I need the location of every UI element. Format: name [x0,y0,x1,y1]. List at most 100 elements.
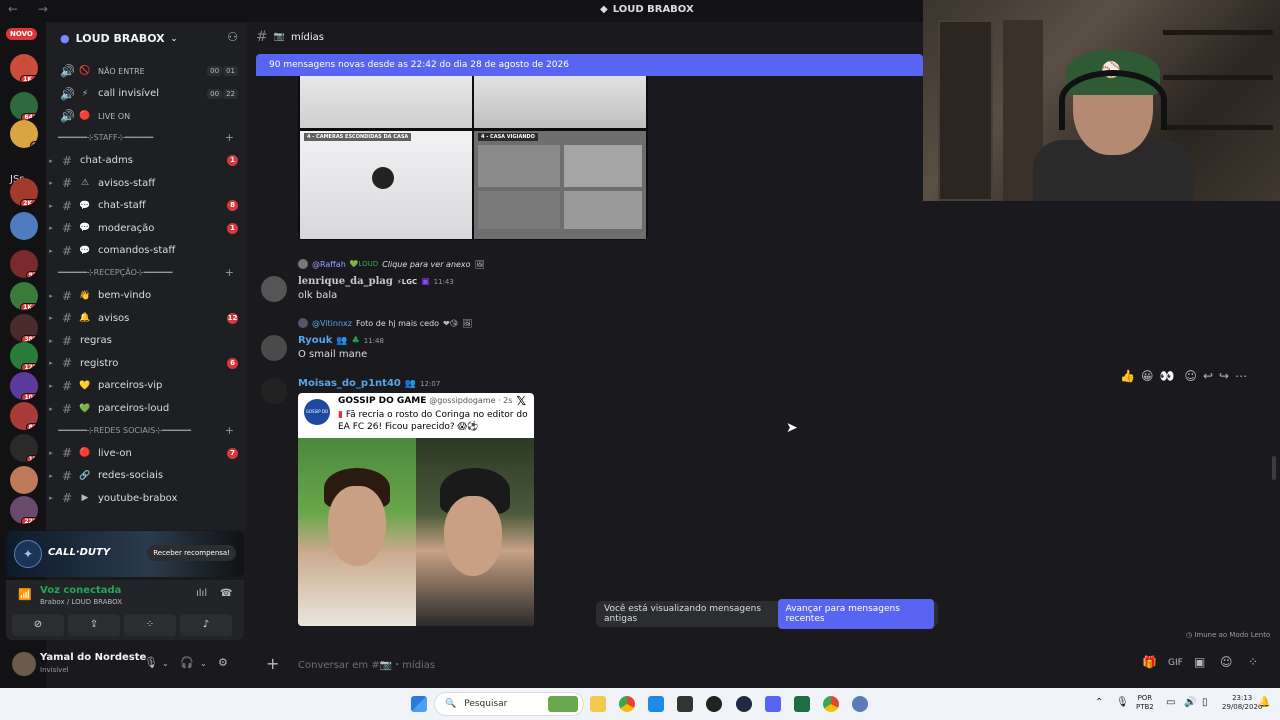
server-icon[interactable]: 389 [10,314,38,342]
add-channel-icon[interactable]: + [225,266,234,279]
author-name[interactable]: Ryouk [298,335,332,346]
screen-share-button[interactable]: ⇪ [68,614,120,636]
obs-icon[interactable] [706,696,722,712]
app-icon[interactable] [677,696,693,712]
add-reaction-icon[interactable]: ☺ [1184,369,1197,383]
text-channel[interactable]: ▸ # 💛 parceiros-vip [46,376,246,396]
headphones-icon[interactable]: 🎧 [180,656,194,669]
battery-icon[interactable]: ▯ [1202,698,1208,708]
text-channel[interactable]: ▸ # registro 6 [46,353,246,373]
app-icon[interactable] [736,696,752,712]
server-icon[interactable]: 18 [10,434,38,462]
voice-status[interactable]: Voz conectada [40,585,121,596]
new-messages-bar[interactable]: 90 mensagens novas desde as 22:42 do dia… [256,54,923,76]
x-logo-icon[interactable]: 𝕏 [516,394,526,408]
username[interactable]: Yamal do Nordeste [40,652,146,663]
chevron-down-icon[interactable]: ⌄ [200,659,207,668]
voice-channel[interactable]: 🔊 ⚡ call invisível 00 22 [46,84,246,104]
channel-category[interactable]: ━━━━━━⊹RECEPÇÃO⊹━━━━━━ + [58,266,238,280]
text-channel[interactable]: ▸ # 💬 moderação 1 [46,218,246,238]
sticker-icon[interactable]: ▣ [1194,655,1205,669]
server-icon[interactable]: 95 [10,250,38,278]
reply-icon[interactable]: ↩ [1203,369,1213,383]
add-channel-icon[interactable]: + [225,424,234,437]
text-channel[interactable]: ▸ # 👋 bem-vindo [46,286,246,306]
add-member-icon[interactable]: ⚇ [227,30,238,44]
thumbs-up-icon[interactable]: 👍 [1120,369,1135,383]
avatar[interactable] [12,652,36,676]
voice-channel[interactable]: 🔊 🚫 NÃO ENTRE 00 01 [46,61,246,81]
settings-icon[interactable] [852,696,868,712]
signal-icon[interactable]: 📶 [18,588,32,601]
server-icon[interactable]: 128 [10,342,38,370]
settings-gear-icon[interactable]: ⚙ [218,656,228,669]
text-channel[interactable]: ▸ # 🔗 redes-sociais [46,466,246,486]
embed-photo-left[interactable] [298,438,416,626]
text-channel[interactable]: ▸ # chat-adms 1 [46,151,246,171]
server-icon[interactable]: 642 [10,92,38,120]
server-icon[interactable]: 220 [10,496,38,524]
embed-photo-right[interactable] [416,438,534,626]
widget-icon[interactable] [548,696,578,712]
notification-icon[interactable]: 🔔 [1258,698,1270,708]
embed-source[interactable]: GOSSIP DO GAME [338,396,426,406]
text-channel[interactable]: ▸ # ⚠ avisos-staff [46,173,246,193]
server-icon[interactable]: 2K+ [10,178,38,206]
author-name[interactable]: Moisas_do_p1nt40 [298,378,401,389]
channel-category[interactable]: ━━━━━━⊹STAFF⊹━━━━━━ + [58,131,238,145]
start-windows-icon[interactable] [411,696,427,712]
eyes-emoji-icon[interactable]: 👀 [1159,369,1174,383]
video-off-button[interactable]: ⊘ [12,614,64,636]
network-icon[interactable]: ▭ [1166,698,1175,708]
reply-username[interactable]: @Vitinnxz [312,319,352,328]
apps-icon[interactable]: ⁘ [1248,655,1258,669]
chrome-icon[interactable] [823,696,839,712]
text-channel[interactable]: ▸ # 🔔 avisos 12 [46,308,246,328]
add-channel-icon[interactable]: + [225,131,234,144]
reply-reference[interactable]: @Vitinnxz Foto de hj mais cedo ❤😘 🖼 [298,318,472,328]
chevron-down-icon[interactable]: ⌄ [162,659,169,668]
image-attachment[interactable]: 4 - CAMERAS ESCONDIDAS DA CASA 4 - CASA … [298,76,648,240]
jump-to-present-button[interactable]: Avançar para mensagens recentes [777,599,934,629]
server-icon[interactable]: 80 [10,402,38,430]
smile-emoji-icon[interactable]: 😀 [1141,369,1154,383]
text-channel[interactable]: ▸ # 💬 comandos-staff [46,241,246,261]
text-channel[interactable]: ▸ # regras [46,331,246,351]
gift-icon[interactable]: 🎁 [1142,655,1157,669]
promo-banner[interactable]: ✦ CALL·DUTY Receber recompensa! [6,531,244,577]
noise-suppression-icon[interactable]: ılıl [196,588,207,599]
chrome-icon[interactable] [619,696,635,712]
app-icon[interactable] [648,696,664,712]
message-author[interactable]: Ryouk 👥 ♣ 11:48 [298,335,384,346]
server-icon[interactable] [10,212,38,240]
file-explorer-icon[interactable] [590,696,606,712]
chevron-up-icon[interactable]: ⌃ [1095,698,1103,708]
avatar[interactable] [261,378,287,404]
reply-reference[interactable]: @Raffah 💚LOUD Clique para ver anexo 🖼 [298,259,485,269]
microphone-icon[interactable]: 🎙 [1116,698,1129,708]
emoji-icon[interactable]: ☺ [1220,655,1233,669]
channel-category[interactable]: ━━━━━━⊹REDES SOCIAIS⊹━━━━━━ + [58,423,238,437]
clock[interactable]: 23:13 29/08/2026 [1222,694,1262,712]
history-nav[interactable]: ← → [8,2,56,16]
claim-reward-button[interactable]: Receber recompensa! [147,545,236,561]
message-author[interactable]: lenrique_da_plag ⚡LGC ▣ 11:43 [298,276,454,287]
forward-icon[interactable]: ↪ [1219,369,1229,383]
microphone-icon[interactable]: 🎙 [144,656,158,669]
message-author[interactable]: Moisas_do_p1nt40 👥 12:07 [298,378,440,389]
server-icon[interactable] [10,466,38,494]
volume-icon[interactable]: 🔊 [1184,698,1196,708]
server-icon[interactable]: 1K+ [10,282,38,310]
avatar[interactable] [261,335,287,361]
new-badge[interactable]: NOVO [6,28,37,40]
more-icon[interactable]: ⋯ [1235,369,1247,383]
language-indicator[interactable]: POR PTB2 [1136,694,1154,712]
tweet-embed[interactable]: GOSSIP DO GAME GOSSIP DO GAME @gossipdog… [298,393,534,626]
voice-channel[interactable]: 🔊 🔴 LIVE ON [46,106,246,126]
reply-username[interactable]: @Raffah [312,260,346,269]
soundboard-button[interactable]: ♪ [180,614,232,636]
message-input[interactable]: Conversar em #📷・mídias [298,656,435,671]
gif-icon[interactable]: GIF [1168,658,1183,668]
voice-location[interactable]: Brabox / LOUD BRABOX [40,598,122,606]
server-icon[interactable]: 6 [10,120,38,148]
